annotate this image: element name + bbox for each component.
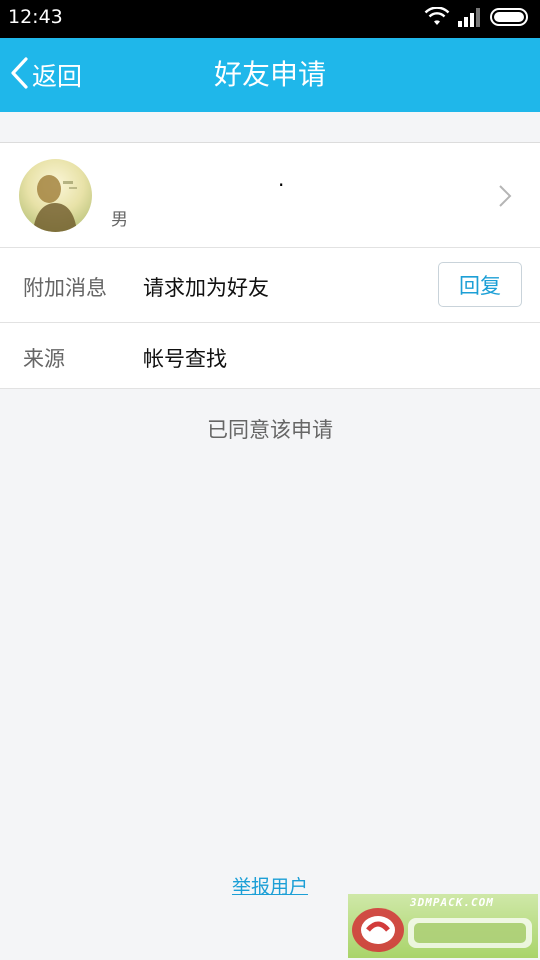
avatar[interactable]	[19, 159, 92, 232]
watermark-logo: 3DMPACK.COM	[348, 894, 538, 958]
source-row: 来源 帐号查找	[0, 323, 540, 389]
additional-message-value: 请求加为好友	[143, 276, 269, 300]
wifi-icon	[424, 6, 450, 31]
gender-label: 男	[111, 210, 128, 230]
back-chevron-icon	[8, 56, 30, 94]
status-bar: 12:43	[0, 0, 540, 38]
nickname: ·	[278, 173, 285, 197]
back-button[interactable]: 返回	[8, 38, 82, 112]
status-icons	[424, 6, 530, 31]
additional-message-label: 附加消息	[23, 276, 107, 300]
request-status-text: 已同意该申请	[207, 418, 333, 442]
source-value: 帐号查找	[143, 347, 227, 371]
source-label: 来源	[23, 347, 65, 371]
signal-icon	[458, 7, 482, 31]
profile-card[interactable]: · 男	[0, 142, 540, 248]
additional-message-row: 附加消息 请求加为好友 回复	[0, 248, 540, 323]
reply-button[interactable]: 回复	[438, 262, 522, 307]
title-bar: 返回 好友申请	[0, 38, 540, 112]
chevron-right-icon	[498, 184, 512, 208]
status-time: 12:43	[8, 6, 63, 28]
battery-icon	[490, 7, 530, 31]
back-label: 返回	[32, 62, 83, 91]
